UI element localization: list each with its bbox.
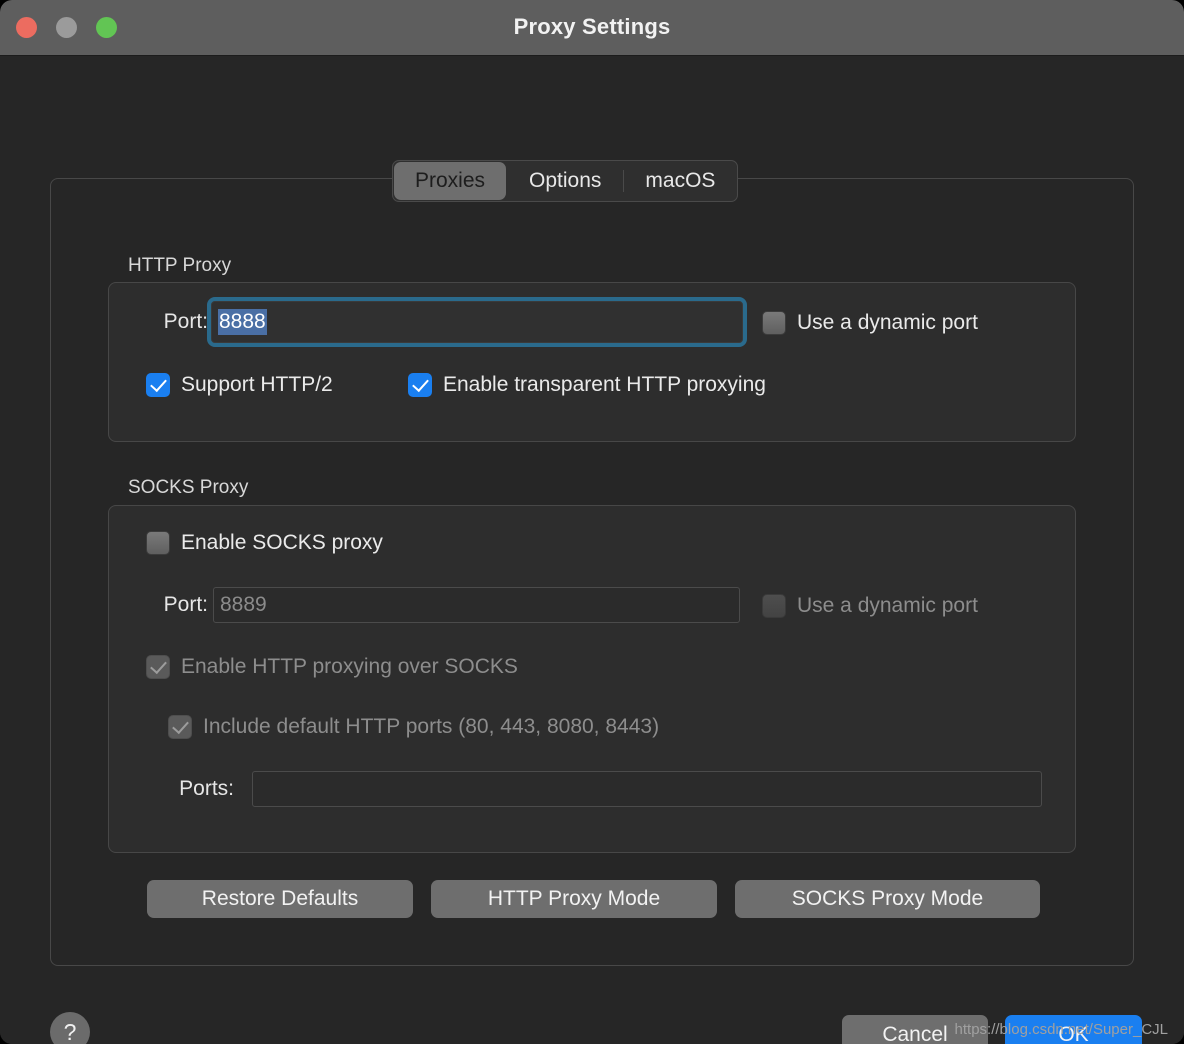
http-port-value: 8888 — [218, 309, 267, 335]
socks-proxy-group-label: SOCKS Proxy — [128, 477, 249, 498]
include-default-http-ports-label: Include default HTTP ports (80, 443, 808… — [203, 715, 660, 738]
socks-port-value: 8889 — [220, 593, 267, 616]
proxy-settings-window: Proxy Settings Proxies Options macOS HTT… — [0, 0, 1184, 1044]
socks-port-input[interactable]: 8889 — [213, 587, 740, 623]
enable-socks-proxy-label: Enable SOCKS proxy — [181, 531, 383, 554]
checkbox-unchecked-icon — [762, 311, 786, 335]
http-port-label: Port: — [163, 310, 208, 333]
socks-ports-input[interactable] — [252, 771, 1042, 807]
socks-dynamic-port-label: Use a dynamic port — [797, 594, 978, 617]
transparent-http-proxying-label: Enable transparent HTTP proxying — [443, 373, 766, 396]
help-button[interactable]: ? — [50, 1012, 90, 1044]
http-dynamic-port-checkbox[interactable]: Use a dynamic port — [762, 311, 978, 335]
checkbox-checked-icon — [168, 715, 192, 739]
socks-port-label: Port: — [163, 593, 208, 616]
http-over-socks-checkbox[interactable]: Enable HTTP proxying over SOCKS — [146, 655, 518, 679]
http-over-socks-label: Enable HTTP proxying over SOCKS — [181, 655, 518, 678]
window-titlebar: Proxy Settings — [0, 0, 1184, 56]
tab-options[interactable]: Options — [507, 161, 623, 201]
http-proxy-group-label: HTTP Proxy — [128, 255, 232, 276]
http-port-input[interactable]: 8888 — [207, 297, 747, 347]
window-title: Proxy Settings — [513, 14, 671, 39]
socks-ports-label: Ports: — [179, 777, 234, 800]
enable-socks-proxy-checkbox[interactable]: Enable SOCKS proxy — [146, 531, 383, 555]
socks-port-row: Port: — [136, 593, 208, 617]
watermark-text: https://blog.csdn.net/Super_CJL — [954, 1021, 1168, 1038]
window-content: Proxies Options macOS HTTP Proxy Port: 8… — [0, 56, 1184, 1044]
checkbox-checked-icon — [146, 373, 170, 397]
socks-ports-row: Ports: — [162, 777, 234, 801]
http-dynamic-port-label: Use a dynamic port — [797, 311, 978, 334]
tab-bar: Proxies Options macOS — [392, 160, 739, 202]
http-port-row: Port: — [136, 310, 208, 334]
checkbox-checked-icon — [146, 655, 170, 679]
tab-macos[interactable]: macOS — [623, 161, 737, 201]
support-http2-checkbox[interactable]: Support HTTP/2 — [146, 373, 333, 397]
checkbox-unchecked-icon — [762, 594, 786, 618]
include-default-http-ports-checkbox[interactable]: Include default HTTP ports (80, 443, 808… — [168, 715, 659, 739]
socks-dynamic-port-checkbox[interactable]: Use a dynamic port — [762, 594, 978, 618]
http-proxy-mode-button[interactable]: HTTP Proxy Mode — [431, 880, 717, 918]
tab-proxies[interactable]: Proxies — [394, 162, 507, 200]
transparent-http-proxying-checkbox[interactable]: Enable transparent HTTP proxying — [408, 373, 766, 397]
socks-proxy-mode-button[interactable]: SOCKS Proxy Mode — [735, 880, 1040, 918]
checkbox-unchecked-icon — [146, 531, 170, 555]
checkbox-checked-icon — [408, 373, 432, 397]
restore-defaults-button[interactable]: Restore Defaults — [147, 880, 413, 918]
support-http2-label: Support HTTP/2 — [181, 373, 333, 396]
